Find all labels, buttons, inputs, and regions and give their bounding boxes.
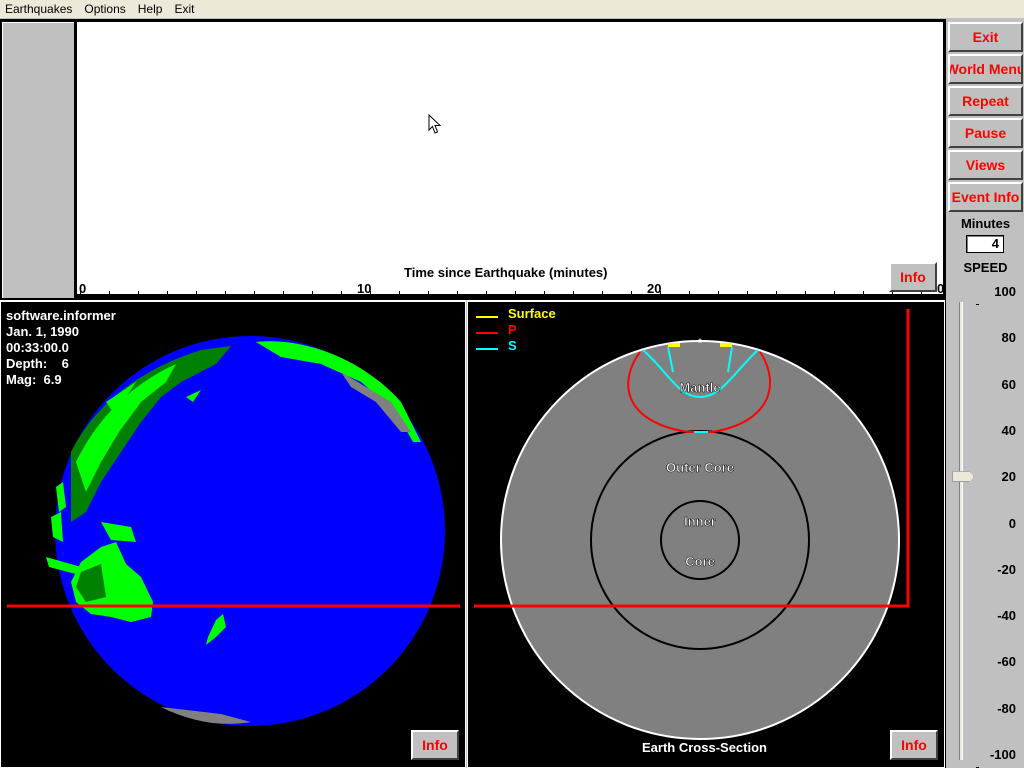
layer-label-inner: Inner [684, 514, 716, 529]
event-source: software.informer [6, 308, 116, 323]
speed-tick-label: 80 [1001, 330, 1016, 346]
mouse-cursor-icon [428, 114, 442, 134]
event-info-button[interactable]: Event Info [948, 182, 1023, 212]
speed-tick-label: 20 [1001, 469, 1016, 485]
speed-tick-label: 40 [1001, 422, 1016, 438]
legend-swatch-p [476, 332, 498, 334]
legend-label-s: S [508, 338, 517, 353]
event-date: Jan. 1, 1990 [6, 324, 79, 339]
seismograph-panel: Time since Earthquake (minutes) 0 10 20 … [0, 19, 951, 300]
menu-earthquakes[interactable]: Earthquakes [0, 0, 78, 18]
speed-slider-track[interactable] [959, 302, 963, 760]
legend-swatch-s [476, 348, 498, 350]
menu-help[interactable]: Help [132, 0, 169, 18]
cross-section-diagram: * Mantle Outer Core Inner Core [474, 309, 910, 740]
world-menu-button[interactable]: World Menu [948, 54, 1023, 84]
cross-section-info-button[interactable]: Info [890, 730, 938, 760]
legend-item-s: S [476, 338, 556, 354]
control-sidebar: Exit World Menu Repeat Pause Views Event… [945, 19, 1024, 768]
pause-button[interactable]: Pause [948, 118, 1023, 148]
event-time: 00:33:00.0 [6, 340, 69, 355]
layer-label-core: Core [685, 554, 715, 569]
wave-legend: Surface P S [476, 306, 556, 354]
speed-tick-label: 100 [994, 284, 1016, 299]
seismograph-station-column [2, 22, 74, 298]
cross-section-title: Earth Cross-Section [642, 740, 767, 755]
speed-slider-thumb[interactable] [952, 471, 974, 483]
minutes-label: Minutes [960, 216, 1011, 231]
speed-tick-label: -60 [997, 654, 1016, 670]
views-button[interactable]: Views [948, 150, 1023, 180]
epicenter-marker: * [698, 336, 703, 350]
legend-label-surface: Surface [508, 306, 556, 321]
minutes-input[interactable]: 4 [966, 235, 1004, 253]
speed-tick-label: -100 [989, 747, 1016, 762]
globe-info-button[interactable]: Info [411, 730, 459, 760]
speed-tick-mark [976, 304, 979, 305]
menubar: Earthquakes Options Help Exit [0, 0, 1024, 18]
speed-tick-label: -40 [997, 608, 1016, 624]
layer-label-mantle: Mantle [679, 380, 720, 395]
repeat-button[interactable]: Repeat [948, 86, 1023, 116]
seismograph-info-button[interactable]: Info [889, 262, 937, 292]
time-axis [77, 294, 943, 297]
legend-item-surface: Surface [476, 306, 556, 322]
legend-label-p: P [508, 322, 517, 337]
speed-tick-label: 0 [1008, 515, 1016, 531]
speed-tick-label: -80 [997, 700, 1016, 716]
event-magnitude: Mag: 6.9 [6, 372, 62, 387]
seismograph-plot: Time since Earthquake (minutes) 0 10 20 … [77, 22, 951, 297]
menu-exit[interactable]: Exit [168, 0, 200, 18]
exit-button[interactable]: Exit [948, 22, 1023, 52]
surface-wave-east [720, 343, 732, 347]
menu-options[interactable]: Options [78, 0, 131, 18]
seismograph-axis-title: Time since Earthquake (minutes) [404, 265, 608, 280]
cross-section-panel: * Mantle Outer Core Inner Core Surface P… [467, 300, 945, 768]
earth-surface [500, 340, 900, 740]
speed-tick-label: -20 [997, 561, 1016, 577]
legend-swatch-surface [476, 316, 498, 318]
legend-item-p: P [476, 322, 556, 338]
event-details: software.informer Jan. 1, 1990 00:33:00.… [6, 308, 116, 388]
event-depth: Depth: 6 [6, 356, 69, 371]
layer-label-outer-core: Outer Core [666, 460, 734, 475]
surface-wave-west [668, 343, 680, 347]
speed-label: SPEED [963, 260, 1008, 275]
globe-panel: software.informer Jan. 1, 1990 00:33:00.… [0, 300, 466, 768]
speed-tick-label: 60 [1001, 376, 1016, 392]
